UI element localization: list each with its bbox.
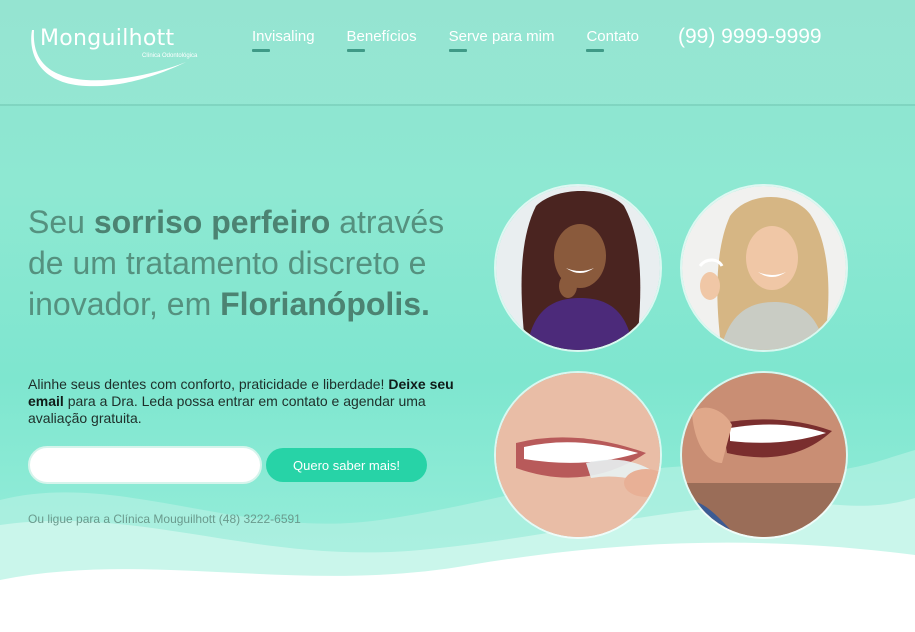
- hero-desc-part2: para a Dra. Leda possa entrar em contato…: [28, 393, 426, 426]
- woman-curly-hair-holding-aligner-photo: [494, 184, 662, 352]
- nav-label: Benefícios: [346, 28, 417, 45]
- nav-underline: [346, 49, 365, 52]
- logo-subtitle: Clínica Odontológica: [142, 53, 198, 59]
- hero-title: Seu sorriso perfeiro através de um trata…: [28, 202, 478, 325]
- nav-underline: [448, 49, 467, 52]
- call-clinic-text: Ou ligue para a Clínica Mouguilhott (48)…: [28, 512, 301, 526]
- nav-underline: [252, 49, 270, 52]
- header-phone-link[interactable]: (99) 9999-9999: [678, 25, 822, 49]
- woman-blonde-holding-aligner-photo: [680, 184, 848, 352]
- nav-label: Contato: [586, 28, 640, 45]
- hero-title-part1: Seu: [28, 204, 94, 240]
- man-inserting-aligner-photo: [680, 371, 848, 539]
- landing-page: Monguilhott Clínica Odontológica Invisal…: [0, 0, 915, 632]
- hero-description: Alinhe seus dentes com conforto, pratici…: [28, 376, 458, 427]
- hero-title-highlight: sorriso perfeiro: [93, 204, 331, 240]
- nav-underline: [586, 49, 605, 52]
- hero-title-city: Florianópolis.: [220, 286, 430, 322]
- nav-label: Invisaling: [252, 28, 315, 45]
- nav-item-beneficios[interactable]: Benefícios: [346, 28, 417, 52]
- email-input[interactable]: [28, 446, 262, 484]
- nav-label: Serve para mim: [448, 28, 555, 45]
- quero-saber-mais-button[interactable]: Quero saber mais!: [266, 448, 427, 482]
- nav-item-serve-para-mim[interactable]: Serve para mim: [448, 28, 555, 52]
- hero-desc-part1: Alinhe seus dentes com conforto, pratici…: [28, 376, 389, 392]
- site-header: Monguilhott Clínica Odontológica Invisal…: [0, 0, 915, 106]
- logo-name: Monguilhott: [40, 26, 175, 51]
- nav-item-contato[interactable]: Contato: [586, 28, 640, 52]
- nav-item-invisaling[interactable]: Invisaling: [252, 28, 315, 52]
- main-nav: Invisaling Benefícios Serve para mim Con…: [252, 28, 640, 52]
- logo[interactable]: Monguilhott Clínica Odontológica: [26, 22, 198, 92]
- smile-closeup-aligner-photo: [494, 371, 662, 539]
